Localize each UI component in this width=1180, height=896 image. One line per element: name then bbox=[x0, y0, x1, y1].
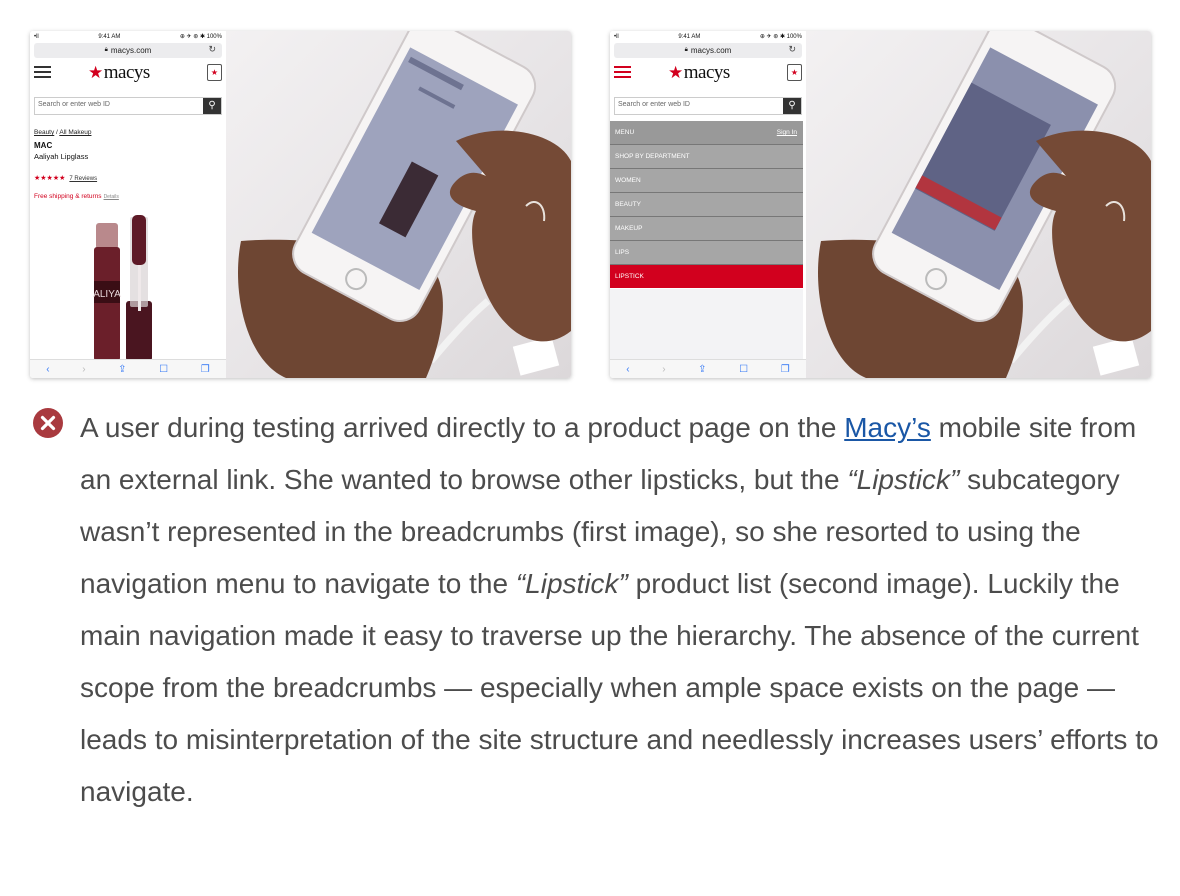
rating-stars: ★★★★★ bbox=[34, 175, 66, 182]
browser-toolbar: ‹ › ⇪ ☐ ❐ bbox=[30, 359, 226, 378]
navigation-menu-figure: •ll 9:41 AM ⊕ ✈ ⊛ ✱ 100% 🔒︎ macys.com ↻ … bbox=[610, 31, 1151, 378]
shipping-info: Free shipping & returns Details bbox=[34, 193, 119, 200]
tabs-icon[interactable]: ❐ bbox=[781, 364, 790, 375]
menu-title: MENU bbox=[615, 129, 635, 136]
tabs-icon[interactable]: ❐ bbox=[201, 364, 210, 375]
menu-item-beauty[interactable]: BEAUTY bbox=[610, 193, 803, 217]
browser-toolbar: ‹ › ⇪ ☐ ❐ bbox=[610, 359, 806, 378]
address-bar[interactable]: 🔒︎ macys.com ↻ bbox=[34, 43, 222, 58]
hamburger-menu-icon[interactable] bbox=[34, 66, 51, 78]
bookmarks-icon[interactable]: ☐ bbox=[159, 364, 168, 375]
reviews-link[interactable]: 7 Reviews bbox=[69, 176, 97, 182]
menu-item-lipstick[interactable]: LIPSTICK bbox=[610, 265, 803, 288]
search-icon[interactable]: ⚲ bbox=[783, 98, 801, 114]
product-label: ALIYA bbox=[93, 289, 121, 300]
phone-screen-product-page: •ll 9:41 AM ⊕ ✈ ⊛ ✱ 100% 🔒︎ macys.com ↻ … bbox=[30, 31, 226, 378]
status-time: 9:41 AM bbox=[678, 33, 701, 40]
site-header: ★macys ★ bbox=[610, 58, 806, 86]
site-header: ★macys ★ bbox=[30, 58, 226, 86]
reload-icon[interactable]: ↻ bbox=[788, 44, 796, 55]
hamburger-menu-icon[interactable] bbox=[614, 66, 631, 78]
status-bar: •ll 9:41 AM ⊕ ✈ ⊛ ✱ 100% bbox=[610, 31, 806, 42]
signal-indicator: •ll bbox=[34, 33, 39, 40]
caption-emphasis-lipstick-1: “Lipstick” bbox=[847, 464, 960, 495]
menu-item-women[interactable]: WOMEN bbox=[610, 169, 803, 193]
breadcrumb-all-makeup[interactable]: All Makeup bbox=[59, 129, 91, 136]
share-icon[interactable]: ⇪ bbox=[698, 364, 706, 375]
macys-logo[interactable]: ★macys bbox=[668, 62, 730, 84]
signal-indicator: •ll bbox=[614, 33, 619, 40]
details-link[interactable]: Details bbox=[104, 194, 119, 200]
status-time: 9:41 AM bbox=[98, 33, 121, 40]
back-icon[interactable]: ‹ bbox=[626, 364, 629, 375]
battery-indicator: ⊕ ✈ ⊛ ✱ 100% bbox=[759, 34, 802, 40]
back-icon[interactable]: ‹ bbox=[46, 364, 49, 375]
address-bar[interactable]: 🔒︎ macys.com ↻ bbox=[614, 43, 802, 58]
share-icon[interactable]: ⇪ bbox=[118, 364, 126, 375]
search-placeholder: Search or enter web ID bbox=[38, 101, 110, 108]
lipstick-product-image: ALIYA bbox=[93, 215, 152, 361]
menu-item-shop-by-department[interactable]: SHOP BY DEPARTMENT bbox=[610, 145, 803, 169]
reload-icon[interactable]: ↻ bbox=[208, 44, 216, 55]
logo-text: macys bbox=[103, 62, 151, 83]
shipping-text: Free shipping & returns bbox=[34, 193, 102, 200]
caption-paragraph: A user during testing arrived directly t… bbox=[80, 402, 1160, 818]
breadcrumb-beauty[interactable]: Beauty bbox=[34, 129, 54, 136]
menu-header: MENU Sign In bbox=[610, 121, 803, 145]
product-rating: ★★★★★ 7 Reviews bbox=[34, 174, 97, 182]
menu-item-lips[interactable]: LIPS bbox=[610, 241, 803, 265]
error-x-icon bbox=[33, 408, 63, 438]
phone-screen-nav-menu: •ll 9:41 AM ⊕ ✈ ⊛ ✱ 100% 🔒︎ macys.com ↻ … bbox=[610, 31, 806, 378]
hand-holding-phone-photo bbox=[806, 31, 1151, 378]
search-placeholder: Search or enter web ID bbox=[618, 101, 690, 108]
url-text: macys.com bbox=[110, 46, 152, 55]
navigation-menu: MENU Sign In SHOP BY DEPARTMENT WOMEN BE… bbox=[610, 121, 803, 288]
search-input[interactable]: Search or enter web ID ⚲ bbox=[614, 97, 802, 115]
product-page-figure: •ll 9:41 AM ⊕ ✈ ⊛ ✱ 100% 🔒︎ macys.com ↻ … bbox=[30, 31, 571, 378]
caption-text-4: product list (second image). Luckily the… bbox=[80, 568, 1159, 807]
url-text: macys.com bbox=[690, 46, 732, 55]
menu-item-makeup[interactable]: MAKEUP bbox=[610, 217, 803, 241]
lock-icon: 🔒︎ bbox=[684, 47, 688, 53]
bookmarks-icon[interactable]: ☐ bbox=[739, 364, 748, 375]
photo-illustration bbox=[818, 31, 1151, 378]
forward-icon[interactable]: › bbox=[662, 364, 665, 375]
forward-icon[interactable]: › bbox=[82, 364, 85, 375]
logo-text: macys bbox=[683, 62, 731, 83]
caption-emphasis-lipstick-2: “Lipstick” bbox=[515, 568, 628, 599]
status-bar: •ll 9:41 AM ⊕ ✈ ⊛ ✱ 100% bbox=[30, 31, 226, 42]
product-brand: MAC bbox=[34, 141, 53, 150]
search-icon[interactable]: ⚲ bbox=[203, 98, 221, 114]
breadcrumb: Beauty / All Makeup bbox=[34, 129, 91, 136]
product-name: Aaliyah Lipglass bbox=[34, 152, 89, 161]
macys-logo[interactable]: ★macys bbox=[88, 62, 150, 84]
caption-text-1: A user during testing arrived directly t… bbox=[80, 412, 845, 443]
shopping-bag-icon[interactable]: ★ bbox=[207, 64, 222, 81]
shopping-bag-icon[interactable]: ★ bbox=[787, 64, 802, 81]
lock-icon: 🔒︎ bbox=[104, 47, 108, 53]
search-input[interactable]: Search or enter web ID ⚲ bbox=[34, 97, 222, 115]
menu-empty-area bbox=[610, 289, 803, 360]
hand-holding-phone-photo bbox=[226, 31, 571, 378]
sign-in-link[interactable]: Sign In bbox=[777, 121, 797, 144]
macys-link[interactable]: Macy’s bbox=[844, 412, 931, 443]
battery-indicator: ⊕ ✈ ⊛ ✱ 100% bbox=[179, 34, 222, 40]
photo-illustration bbox=[238, 31, 571, 378]
